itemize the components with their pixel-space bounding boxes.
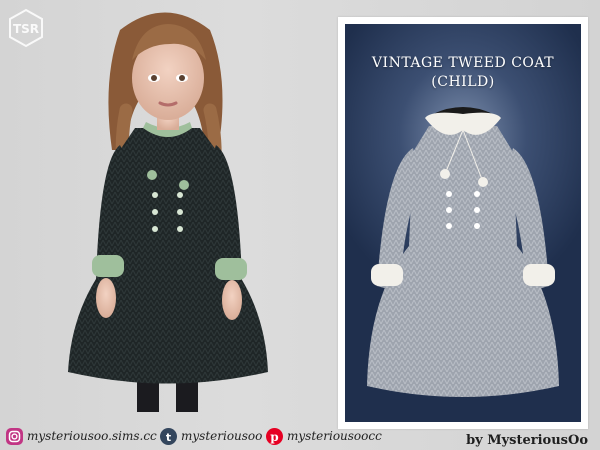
- tumblr-link[interactable]: t mysteriousoo: [160, 426, 262, 446]
- svg-text:p: p: [270, 430, 278, 444]
- instagram-icon: [6, 427, 23, 445]
- product-title-line1: VINTAGE TWEED COAT: [371, 55, 555, 71]
- tumblr-icon: t: [160, 427, 177, 445]
- product-title: VINTAGE TWEED COAT (CHILD): [345, 54, 581, 92]
- tsr-logo-text: TSR: [13, 22, 39, 36]
- child-model-image: [68, 12, 268, 412]
- promo-image: TSR VINTAGE TWEED COAT (CHILD) mysteriou…: [0, 0, 600, 450]
- pinterest-icon: p: [266, 427, 283, 445]
- instagram-link[interactable]: mysteriousoo.sims.cc: [6, 426, 157, 446]
- pinterest-link[interactable]: p mysteriousoocc: [266, 426, 382, 446]
- product-card-background: VINTAGE TWEED COAT (CHILD): [345, 24, 581, 422]
- pinterest-handle: mysteriousoocc: [287, 429, 382, 443]
- tumblr-handle: mysteriousoo: [181, 429, 263, 443]
- product-title-line2: (CHILD): [431, 74, 495, 90]
- svg-text:t: t: [166, 431, 171, 444]
- product-card: VINTAGE TWEED COAT (CHILD): [338, 17, 588, 429]
- author-credit: by MysteriousOo: [466, 433, 588, 448]
- coat-render-image: [367, 107, 559, 397]
- instagram-handle: mysteriousoo.sims.cc: [27, 429, 157, 443]
